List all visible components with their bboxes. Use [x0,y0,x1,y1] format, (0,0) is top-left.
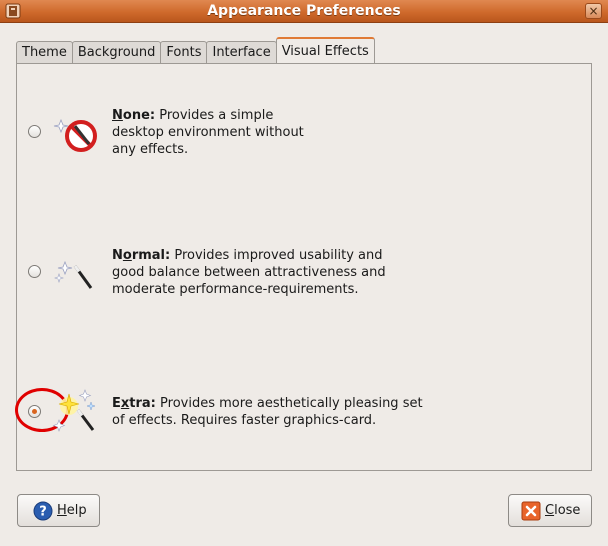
option-none-name: one: [122,108,156,123]
sparkle-wand-icon [52,389,96,432]
tab-fonts[interactable]: Fonts [160,41,208,63]
help-rest: elp [66,503,87,518]
window-close-button[interactable]: × [585,3,602,19]
option-normal-name-start: N [112,248,123,263]
option-extra-text: Provides more aesthetically pleasing set… [112,396,423,428]
radio-normal[interactable] [28,265,41,278]
close-rest: lose [554,503,581,518]
option-none-description: None: Provides a simple desktop environm… [112,107,304,158]
close-mnemonic: C [545,503,555,518]
tab-interface[interactable]: Interface [206,41,277,63]
radio-none[interactable] [28,125,41,138]
option-extra-description: Extra: Provides more aesthetically pleas… [112,395,423,429]
option-none-mnemonic: N [112,108,123,123]
no-effects-icon [53,118,97,152]
svg-text:?: ? [39,504,47,519]
tab-theme[interactable]: Theme [16,41,73,63]
magic-wand-icon [54,260,93,289]
tab-visual-effects[interactable]: Visual Effects [275,37,375,63]
visual-effects-panel: None: Provides a simple desktop environm… [15,63,592,471]
option-normal-name: rmal: [131,248,171,263]
close-label: Close [545,503,580,518]
title-bar: Appearance Preferences × [0,0,608,23]
help-button[interactable]: ? Help [17,494,100,527]
option-normal-mnemonic: o [122,248,132,263]
tab-background[interactable]: Background [71,41,162,63]
radio-extra[interactable] [15,388,69,432]
help-label: Help [57,503,87,518]
tab-bar: Theme Background Fonts Interface Visual … [16,37,375,63]
help-icon: ? [33,501,53,520]
help-mnemonic: H [57,503,67,518]
window-close-icon: × [588,4,599,18]
close-button[interactable]: Close [508,494,592,527]
window-title: Appearance Preferences [207,3,401,19]
option-extra-name: tra: [129,396,156,411]
close-x-icon [521,501,541,520]
option-extra-name-start: E [112,396,121,411]
option-normal-description: Normal: Provides improved usability and … [112,247,386,298]
